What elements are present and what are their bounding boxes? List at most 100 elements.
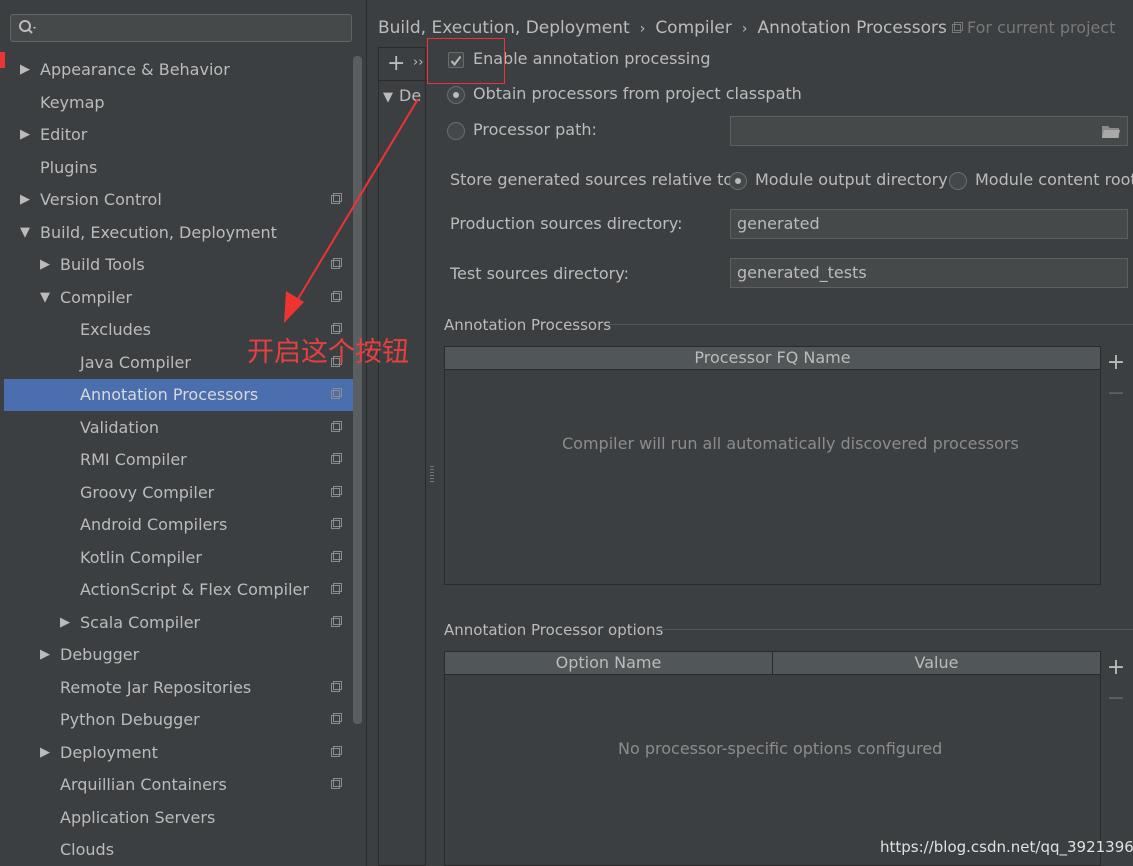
sidebar-item[interactable]: Arquillian Containers [4, 769, 362, 801]
add-processor-button[interactable]: + [1106, 350, 1126, 375]
project-scope-icon [331, 485, 342, 497]
project-scope-icon [331, 420, 342, 432]
processors-empty-message: Compiler will run all automatically disc… [562, 434, 1019, 453]
breadcrumb-item[interactable]: Build, Execution, Deployment [378, 18, 630, 38]
watermark-text: https://blog.csdn.net/qq_39213969 [880, 838, 1133, 856]
breadcrumb: Build, Execution, Deployment › Compiler › An… [378, 16, 947, 40]
chevron-right-icon[interactable]: ▶ [38, 639, 52, 671]
obtain-from-classpath-radio[interactable] [447, 86, 465, 104]
folder-icon[interactable] [1101, 124, 1121, 139]
settings-search-input[interactable] [10, 14, 352, 42]
annotation-processors-section-title: Annotation Processors [444, 316, 612, 334]
sidebar-item-label: Application Servers [60, 807, 216, 827]
processor-path-radio[interactable] [447, 122, 465, 140]
sidebar-item[interactable]: Application Servers [4, 802, 362, 834]
for-current-project-label: For current project [952, 16, 1115, 40]
sidebar-item-label: Remote Jar Repositories [60, 677, 252, 697]
module-content-root-label[interactable]: Module content root [975, 170, 1133, 189]
module-output-directory-radio[interactable] [729, 172, 747, 190]
more-actions-button[interactable]: ›› [413, 55, 423, 70]
options-empty-message: No processor-specific options configured [618, 739, 943, 758]
sidebar-item[interactable]: Android Compilers [4, 509, 362, 541]
sidebar-item[interactable]: Kotlin Compiler [4, 542, 362, 574]
project-scope-icon [331, 680, 342, 692]
sidebar-item-label: Version Control [40, 190, 162, 209]
sidebar-item-label: Editor [40, 125, 88, 144]
production-sources-label: Production sources directory: [450, 214, 683, 233]
red-arrow-icon [284, 98, 419, 323]
project-scope-icon [331, 550, 342, 562]
test-sources-field[interactable]: generated_tests [730, 258, 1128, 288]
obtain-from-classpath-label[interactable]: Obtain processors from project classpath [473, 84, 802, 103]
sidebar-item[interactable]: Validation [4, 412, 362, 444]
breadcrumb-item[interactable]: Compiler [655, 18, 732, 38]
project-scope-icon [331, 388, 342, 399]
project-scope-icon [331, 778, 342, 789]
module-content-root-radio[interactable] [949, 172, 967, 190]
annotation-text: 开启这个按钮 [247, 337, 409, 368]
add-option-button[interactable]: + [1106, 655, 1126, 680]
sidebar-item[interactable]: Python Debugger [4, 704, 362, 736]
remove-option-button[interactable]: − [1106, 686, 1126, 711]
project-scope-icon [331, 518, 342, 529]
processor-fq-name-column-header[interactable]: Processor FQ Name [445, 347, 1100, 370]
sidebar-item-label: Android Compilers [80, 515, 228, 534]
project-scope-icon [331, 713, 342, 724]
option-name-column-header[interactable]: Option Name [445, 652, 773, 675]
add-profile-button[interactable]: + [387, 51, 405, 76]
sidebar-item[interactable]: RMI Compiler [4, 444, 362, 476]
processor-path-field[interactable] [730, 116, 1128, 146]
for-current-project-text: For current project [967, 18, 1116, 37]
sidebar-item-label: Validation [80, 417, 160, 437]
profiles-toolbar: + ›› [379, 48, 427, 81]
sidebar-item[interactable]: Clouds [4, 834, 362, 866]
sidebar-item[interactable]: ▶ Appearance & Behavior [4, 54, 362, 86]
processor-options-table[interactable]: Option Name Value No processor-specific … [444, 651, 1101, 866]
sidebar-item[interactable]: ActionScript & Flex Compiler [4, 574, 362, 606]
test-sources-label: Test sources directory: [450, 264, 629, 283]
chevron-right-icon[interactable]: ▶ [58, 607, 72, 639]
breadcrumb-item: Annotation Processors [757, 18, 947, 38]
chevron-right-icon[interactable]: ▶ [18, 184, 32, 216]
section-divider [656, 629, 1133, 630]
sidebar-item-label: Annotation Processors [80, 385, 259, 404]
sidebar-item-label: Debugger [60, 645, 140, 664]
project-scope-icon [952, 22, 963, 33]
processor-path-label[interactable]: Processor path: [473, 120, 597, 139]
sidebar-item-label: Java Compiler [80, 352, 191, 372]
search-icon [19, 20, 36, 34]
project-scope-icon [331, 745, 342, 757]
splitter-grip[interactable] [430, 466, 434, 484]
enable-annotation-processing-label[interactable]: Enable annotation processing [473, 49, 711, 68]
sidebar-item-label: Groovy Compiler [80, 482, 215, 502]
sidebar-item-label: Plugins [40, 157, 98, 177]
sidebar-item[interactable]: ▶ Debugger [4, 639, 362, 671]
sidebar-item-label: Scala Compiler [80, 612, 201, 632]
production-sources-field[interactable]: generated [730, 209, 1128, 239]
sidebar-item-label: RMI Compiler [80, 450, 187, 469]
sidebar-item[interactable]: ▶ Scala Compiler [4, 607, 362, 639]
highlight-box [427, 38, 505, 84]
project-scope-icon [331, 453, 342, 464]
sidebar-item[interactable]: Remote Jar Repositories [4, 672, 362, 704]
sidebar-item-label: Deployment [60, 742, 158, 762]
sidebar-item[interactable]: ▶ Deployment [4, 737, 362, 769]
sidebar-item-label: Excludes [80, 320, 152, 339]
breadcrumb-separator: › [639, 21, 646, 37]
chevron-down-icon[interactable]: ▼ [38, 282, 52, 314]
module-output-directory-label[interactable]: Module output directory [755, 170, 948, 189]
processors-table[interactable]: Processor FQ Name Compiler will run all … [444, 346, 1101, 585]
project-scope-icon [331, 583, 342, 594]
sidebar-item-label: Appearance & Behavior [40, 60, 230, 79]
remove-processor-button[interactable]: − [1106, 381, 1126, 406]
chevron-right-icon[interactable]: ▶ [18, 119, 32, 151]
sidebar-item-label: Build Tools [60, 255, 145, 274]
sidebar-item[interactable]: Groovy Compiler [4, 477, 362, 509]
chevron-right-icon[interactable]: ▶ [18, 54, 32, 86]
chevron-down-icon[interactable]: ▼ [18, 217, 32, 249]
sidebar-item[interactable]: Annotation Processors [4, 379, 362, 411]
chevron-right-icon[interactable]: ▶ [38, 737, 52, 769]
sidebar-item-label: Kotlin Compiler [80, 547, 202, 567]
chevron-right-icon[interactable]: ▶ [38, 249, 52, 281]
value-column-header[interactable]: Value [773, 652, 1100, 675]
